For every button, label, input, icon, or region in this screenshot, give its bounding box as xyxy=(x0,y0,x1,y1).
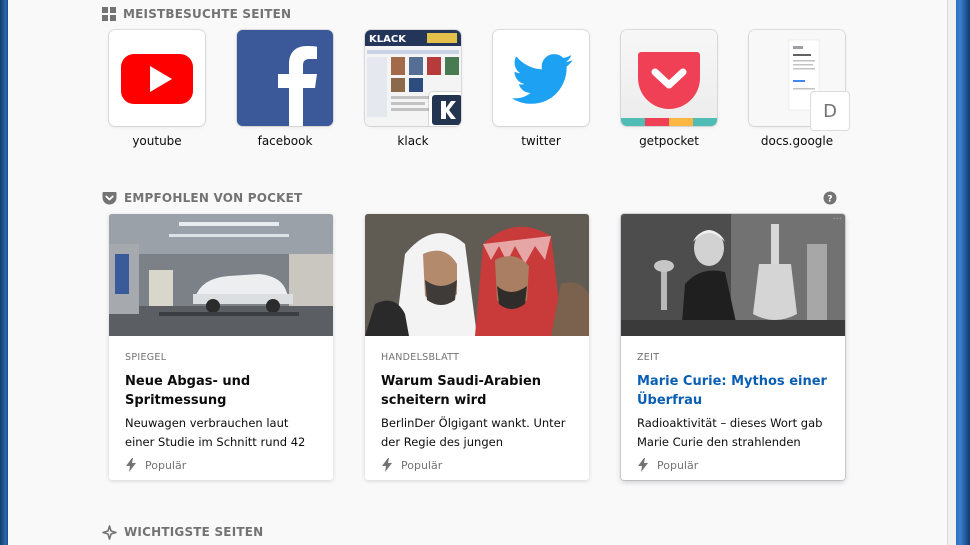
card-context-label: Populär xyxy=(657,458,699,472)
sparkle-icon xyxy=(102,524,117,540)
topsite-tile-klack[interactable]: KLACK klack xyxy=(365,30,461,148)
highlights-title: WICHTIGSTE SEITEN xyxy=(124,525,264,539)
topsite-label: youtube xyxy=(132,134,182,148)
topsite-tile-facebook[interactable]: facebook xyxy=(237,30,333,148)
browser-window: MEISTBESUCHTE SEITEN youtube facebook KL xyxy=(0,0,970,545)
topsite-tile-youtube[interactable]: youtube xyxy=(109,30,205,148)
pocket-card-handelsblatt[interactable]: HANDELSBLATT Warum Saudi-Arabien scheite… xyxy=(365,214,589,480)
topsite-thumbnail[interactable]: KLACK xyxy=(365,30,461,126)
pocket-card-spiegel[interactable]: SPIEGEL Neue Abgas- und Spritmessung Neu… xyxy=(109,214,333,480)
pocket-small-icon xyxy=(102,192,117,205)
saudi-leaders-image xyxy=(365,214,589,336)
grid-icon xyxy=(102,7,116,21)
topsite-thumbnail[interactable] xyxy=(493,30,589,126)
topsite-thumbnail[interactable] xyxy=(237,30,333,126)
card-title[interactable]: Neue Abgas- und Spritmessung xyxy=(125,372,317,410)
highlights-header[interactable]: WICHTIGSTE SEITEN xyxy=(102,524,263,540)
topsite-label: facebook xyxy=(257,134,313,148)
bolt-icon xyxy=(638,458,648,472)
card-image xyxy=(365,214,589,336)
card-image: ··· xyxy=(621,214,845,336)
pocket-header[interactable]: EMPFOHLEN VON POCKET xyxy=(102,190,302,206)
card-image xyxy=(109,214,333,336)
card-source: SPIEGEL xyxy=(125,352,167,363)
card-title[interactable]: Marie Curie: Mythos einer Überfrau xyxy=(637,372,829,410)
facebook-icon xyxy=(237,30,333,126)
card-context: Populär xyxy=(125,458,317,472)
topsite-label: klack xyxy=(397,134,429,148)
bolt-icon xyxy=(126,458,136,472)
card-title[interactable]: Warum Saudi-Arabien scheitern wird xyxy=(381,372,573,410)
svg-text:?: ? xyxy=(827,195,832,205)
card-description: Radioaktivität – dieses Wort gab Marie C… xyxy=(637,416,823,449)
topsites-title: MEISTBESUCHTE SEITEN xyxy=(123,7,292,21)
bolt-icon xyxy=(382,458,392,472)
svg-text:KLACK: KLACK xyxy=(369,34,407,45)
scrollbar[interactable] xyxy=(948,0,956,545)
topsite-label: getpocket xyxy=(639,134,699,148)
topsite-label: docs.google xyxy=(760,134,834,148)
card-description: Neuwagen verbrauchen laut einer Studie i… xyxy=(125,416,306,449)
card-context-label: Populär xyxy=(401,458,443,472)
card-source: HANDELSBLATT xyxy=(381,352,460,363)
card-source: ZEIT xyxy=(637,352,660,363)
topsite-tile-docs-google[interactable]: D docs.google xyxy=(749,30,850,148)
klack-favicon xyxy=(429,92,461,126)
topsite-thumbnail[interactable] xyxy=(621,30,717,126)
twitter-bird-icon xyxy=(511,54,573,104)
klack-k-icon xyxy=(432,95,461,125)
pocket-icon xyxy=(621,52,717,126)
topsites-header[interactable]: MEISTBESUCHTE SEITEN xyxy=(102,6,291,22)
card-description: BerlinDer Ölgigant wankt. Unter der Regi… xyxy=(381,416,566,449)
topsite-tile-twitter[interactable]: twitter xyxy=(493,30,589,148)
pocket-card-zeit[interactable]: ··· ZEIT Marie Curie: Mythos einer Überf… xyxy=(621,214,845,480)
topsite-label: twitter xyxy=(521,134,561,148)
card-context: Populär xyxy=(637,458,829,472)
card-context-label: Populär xyxy=(145,458,187,472)
card-context-menu-button[interactable]: ··· xyxy=(832,214,842,225)
docs-fallback-letter: D xyxy=(810,91,850,131)
card-context: Populär xyxy=(381,458,573,472)
car-test-garage-image xyxy=(109,214,333,336)
help-icon[interactable]: ? xyxy=(823,191,837,205)
pocket-title: EMPFOHLEN VON POCKET xyxy=(124,191,303,205)
topsite-tile-getpocket[interactable]: getpocket xyxy=(621,30,717,148)
youtube-icon xyxy=(121,54,193,104)
topsite-thumbnail[interactable] xyxy=(109,30,205,126)
marie-curie-lab-image xyxy=(621,214,845,336)
